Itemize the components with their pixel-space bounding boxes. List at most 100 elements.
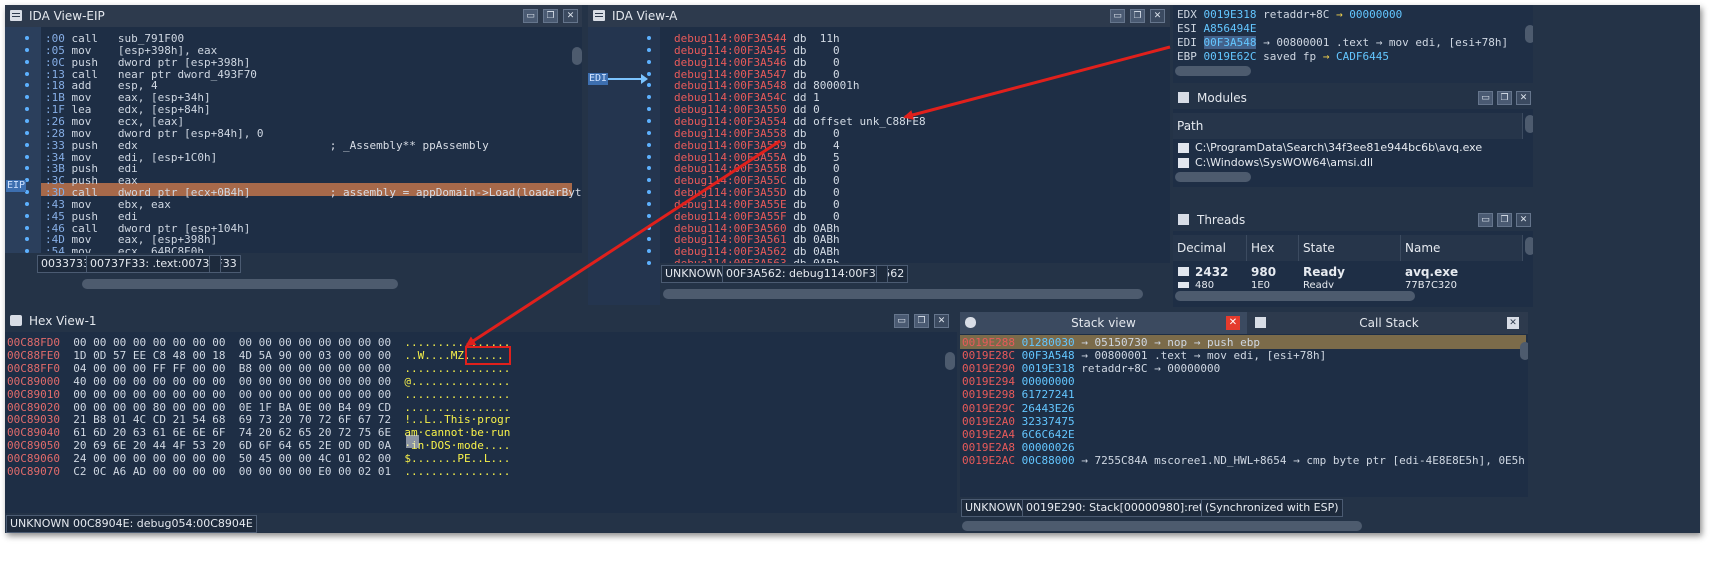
stack-line[interactable]: 0019E2A4 6C6C642E xyxy=(962,428,1075,441)
hex-ascii[interactable]: ................ xyxy=(404,401,510,414)
stack-line[interactable]: 0019E29C 26443E26 xyxy=(962,402,1075,415)
float-button[interactable]: ▭ xyxy=(1110,9,1125,23)
eip-horizontal-scrollbar[interactable] xyxy=(82,279,398,289)
thread-name[interactable]: 77B7C320 xyxy=(1405,280,1457,288)
breakpoint-dot[interactable] xyxy=(25,83,29,88)
maximize-button[interactable]: ❐ xyxy=(1130,9,1145,23)
registers-horizontal-scrollbar[interactable] xyxy=(1175,66,1251,76)
hex-view-pane[interactable]: Hex View-1 ▭ ❐ ✕ 00C88FD0 00 00 00 00 00… xyxy=(5,310,957,533)
hex-line[interactable]: 00C88FE0 1D 0D 57 EE C8 48 00 18 4D 5A 9… xyxy=(7,349,504,362)
breakpoint-dot[interactable] xyxy=(25,166,29,171)
breakpoint-dot[interactable] xyxy=(25,47,29,52)
hex-bytes[interactable]: 40 00 00 00 00 00 00 00 00 00 00 00 00 0… xyxy=(73,375,404,388)
hex-line[interactable]: 00C89030 21 B8 01 4C CD 21 54 68 69 73 2… xyxy=(7,413,510,426)
register-line[interactable]: EDX 0019E318 retaddr+8C → 00000000 xyxy=(1177,8,1402,22)
register-line[interactable]: EBP 0019E62C saved fp → CADF6445 xyxy=(1177,50,1389,64)
hex-bytes[interactable]: 20 69 6E 20 44 4F 53 20 6D 6F 64 65 2E 0… xyxy=(73,439,404,452)
stack-value[interactable]: 00000000 xyxy=(1022,375,1075,388)
breakpoint-dot[interactable] xyxy=(25,95,29,100)
maximize-button[interactable]: ❐ xyxy=(1497,91,1512,105)
breakpoint-dot[interactable] xyxy=(25,107,29,112)
breakpoint-dot[interactable] xyxy=(25,213,29,218)
hex-bytes[interactable]: C2 0C A6 AD 00 00 00 00 00 00 00 00 E0 0… xyxy=(73,465,404,478)
stack-line[interactable]: 0019E2A0 32337475 xyxy=(962,415,1075,428)
breakpoint-dot[interactable] xyxy=(25,201,29,206)
hex-bytes[interactable]: 04 00 00 00 FF FF 00 00 B8 00 00 00 00 0… xyxy=(73,362,404,375)
hex-ascii[interactable]: ................ xyxy=(404,388,510,401)
stack-line[interactable]: 0019E298 61727241 xyxy=(962,388,1075,401)
float-button[interactable]: ▭ xyxy=(523,9,538,23)
ida-view-a-pane[interactable]: IDA View-A ▭ ❐ ✕ EDI debug114:00F3A544 d… xyxy=(588,5,1170,305)
ida-a-horizontal-scrollbar[interactable] xyxy=(663,289,1143,299)
thread-hex[interactable]: 1E0 xyxy=(1251,280,1270,288)
module-row[interactable]: C:\Windows\SysWOW64\amsi.dll xyxy=(1195,156,1373,169)
float-button[interactable]: ▭ xyxy=(1478,213,1493,227)
register-line[interactable]: EDI 00F3A548 → 00800001 .text → mov edi,… xyxy=(1177,36,1508,50)
hex-line[interactable]: 00C89020 00 00 00 00 80 00 00 00 0E 1F B… xyxy=(7,401,510,414)
threads-vertical-scrollbar[interactable] xyxy=(1525,237,1533,255)
hex-line[interactable]: 00C89040 61 6D 20 63 61 6E 6E 6F 74 20 6… xyxy=(7,426,510,439)
breakpoint-dot[interactable] xyxy=(25,154,29,159)
hex-bytes[interactable]: 00 00 00 00 00 00 00 00 00 00 00 00 00 0… xyxy=(73,336,404,349)
stack-value[interactable]: 01280030 xyxy=(1022,336,1075,349)
close-icon[interactable]: ✕ xyxy=(1226,316,1240,330)
edi-marker[interactable]: EDI xyxy=(588,73,609,85)
threads-header-name[interactable]: Name xyxy=(1401,235,1523,261)
stack-value[interactable]: 32337475 xyxy=(1022,415,1075,428)
modules-header-path[interactable]: Path xyxy=(1173,113,1523,139)
stack-line[interactable]: 0019E288 01280030 → 05150730 → nop → pus… xyxy=(962,336,1260,349)
stack-value[interactable]: 00C88000 xyxy=(1022,454,1075,467)
stack-line[interactable]: 0019E2AC 00C88000 → 7255C84A mscoree1.ND… xyxy=(962,454,1525,467)
hex-ascii[interactable]: $.......PE..L... xyxy=(404,452,510,465)
stack-value[interactable]: 6C6C642E xyxy=(1022,428,1075,441)
stack-value[interactable]: 00000026 xyxy=(1022,441,1075,454)
breakpoint-dot[interactable] xyxy=(25,71,29,76)
thread-state[interactable]: Ready xyxy=(1303,280,1334,288)
hex-bytes[interactable]: 1D 0D 57 EE C8 48 00 18 4D 5A 90 00 03 0… xyxy=(73,349,404,362)
thread-name[interactable]: avq.exe xyxy=(1405,265,1458,279)
thread-state[interactable]: Ready xyxy=(1303,265,1345,279)
stack-value[interactable]: 00F3A548 xyxy=(1022,349,1075,362)
breakpoint-dot[interactable] xyxy=(25,36,29,40)
float-button[interactable]: ▭ xyxy=(894,314,909,328)
breakpoint-dot[interactable] xyxy=(25,130,29,135)
stack-line[interactable]: 0019E2A8 00000026 xyxy=(962,441,1075,454)
hex-bytes[interactable]: 21 B8 01 4C CD 21 54 68 69 73 20 70 72 6… xyxy=(73,413,404,426)
stack-pane[interactable]: Stack view ✕ Call Stack ✕ 0019E288 01280… xyxy=(960,312,1528,533)
hex-ascii[interactable]: ................ xyxy=(404,465,510,478)
modules-horizontal-scrollbar[interactable] xyxy=(1175,172,1251,182)
float-button[interactable]: ▭ xyxy=(1478,91,1493,105)
register-value[interactable]: 00F3A548 xyxy=(1203,36,1257,49)
modules-vertical-scrollbar[interactable] xyxy=(1525,115,1533,133)
hex-line[interactable]: 00C89060 24 00 00 00 00 00 00 00 50 45 0… xyxy=(7,452,510,465)
register-value[interactable]: A856494E xyxy=(1204,22,1257,35)
stack-line[interactable]: 0019E294 00000000 xyxy=(962,375,1075,388)
close-icon[interactable]: ✕ xyxy=(1150,9,1165,23)
stack-value[interactable]: 26443E26 xyxy=(1022,402,1075,415)
hex-ascii[interactable]: !..L..This·progr xyxy=(404,413,510,426)
maximize-button[interactable]: ❐ xyxy=(1497,213,1512,227)
breakpoint-dot[interactable] xyxy=(25,237,29,242)
hex-ascii[interactable]: @............... xyxy=(404,375,510,388)
hex-bytes[interactable]: 00 00 00 00 80 00 00 00 0E 1F BA 0E 00 B… xyxy=(73,401,404,414)
close-icon[interactable]: ✕ xyxy=(1507,317,1519,329)
close-icon[interactable]: ✕ xyxy=(1516,91,1531,105)
hex-line[interactable]: 00C89000 40 00 00 00 00 00 00 00 00 00 0… xyxy=(7,375,510,388)
register-line[interactable]: ESI A856494E xyxy=(1177,22,1256,36)
close-icon[interactable]: ✕ xyxy=(1516,213,1531,227)
register-value[interactable]: 0019E318 xyxy=(1204,8,1257,21)
threads-header-hex[interactable]: Hex xyxy=(1247,235,1299,261)
stack-line[interactable]: 0019E290 0019E318 retaddr+8C → 00000000 xyxy=(962,362,1220,375)
close-icon[interactable]: ✕ xyxy=(934,314,949,328)
stack-line[interactable]: 0019E28C 00F3A548 → 00800001 .text → mov… xyxy=(962,349,1326,362)
hex-line[interactable]: 00C89010 00 00 00 00 00 00 00 00 00 00 0… xyxy=(7,388,510,401)
close-icon[interactable]: ✕ xyxy=(563,9,578,23)
eip-marker[interactable]: EIP xyxy=(6,180,27,192)
hex-bytes[interactable]: 00 00 00 00 00 00 00 00 00 00 00 00 00 0… xyxy=(73,388,404,401)
ida-view-eip-pane[interactable]: IDA View-EIP ▭ ❐ ✕ EIP :00 call sub_791F… xyxy=(5,5,582,295)
stack-vertical-scrollbar[interactable] xyxy=(1520,342,1528,360)
stack-value[interactable]: 61727241 xyxy=(1022,388,1075,401)
threads-header-state[interactable]: State xyxy=(1299,235,1401,261)
tab-stack-view[interactable]: Stack view ✕ xyxy=(960,312,1247,334)
register-value[interactable]: 0019E62C xyxy=(1204,50,1257,63)
